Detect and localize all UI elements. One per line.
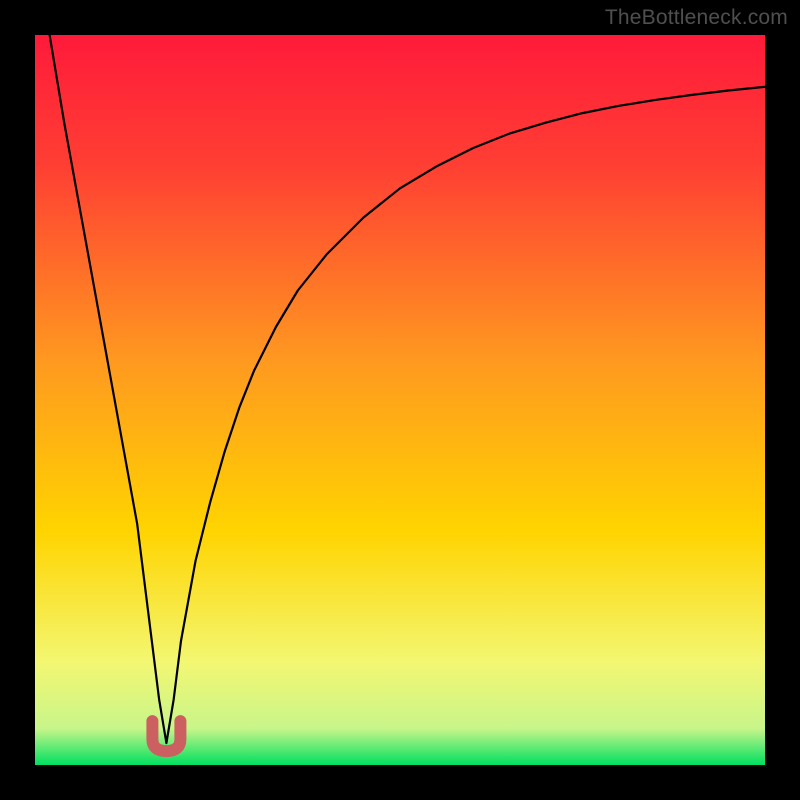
chart-svg bbox=[35, 35, 765, 765]
watermark-label: TheBottleneck.com bbox=[605, 6, 788, 30]
chart-frame: TheBottleneck.com bbox=[0, 0, 800, 800]
chart-background bbox=[35, 35, 765, 765]
chart-plot-area bbox=[35, 35, 765, 765]
